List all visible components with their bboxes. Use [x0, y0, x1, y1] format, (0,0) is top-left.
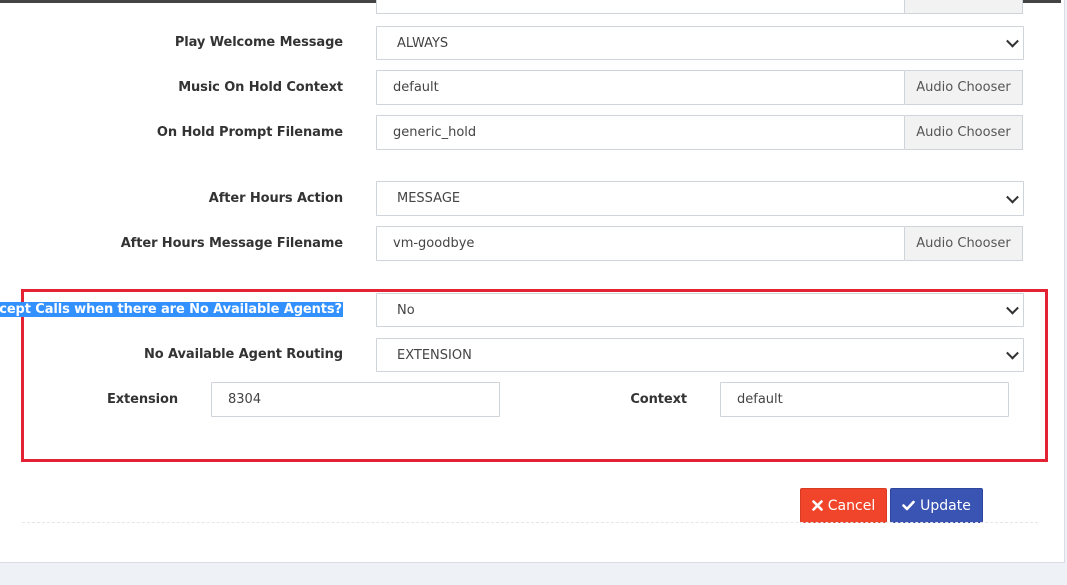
- no-agent-routing-label: No Available Agent Routing: [144, 347, 343, 362]
- after-hours-audio-chooser-button[interactable]: Audio Chooser: [905, 226, 1023, 261]
- moh-context-input[interactable]: default: [376, 70, 905, 105]
- after-hours-action-value: MESSAGE: [397, 191, 461, 206]
- accept-calls-label: Accept Calls when there are No Available…: [0, 302, 343, 317]
- update-button[interactable]: Update: [890, 488, 983, 523]
- hold-prompt-audio-chooser-button[interactable]: Audio Chooser: [905, 115, 1023, 150]
- update-button-label: Update: [920, 497, 971, 514]
- moh-context-label: Music On Hold Context: [178, 80, 343, 95]
- accept-calls-value: No: [397, 302, 415, 318]
- cancel-button-label: Cancel: [827, 497, 876, 514]
- chevron-down-icon: [1006, 34, 1019, 48]
- after-hours-action-label: After Hours Action: [208, 191, 343, 206]
- accept-calls-select[interactable]: No: [376, 293, 1024, 327]
- play-welcome-value: ALWAYS: [397, 35, 449, 51]
- extension-value: 8304: [228, 392, 262, 407]
- cancel-button[interactable]: Cancel: [800, 488, 887, 523]
- hold-prompt-value: generic_hold: [393, 125, 477, 140]
- after-hours-message-label: After Hours Message Filename: [120, 236, 343, 251]
- no-agent-routing-value: EXTENSION: [397, 347, 472, 363]
- after-hours-action-select[interactable]: MESSAGE: [376, 181, 1024, 216]
- partial-chooser-top[interactable]: [905, 0, 1023, 14]
- context-input[interactable]: default: [720, 382, 1009, 417]
- form-card: Play Welcome Message ALWAYS Music On Hol…: [0, 0, 1065, 563]
- hold-prompt-input[interactable]: generic_hold: [376, 115, 905, 150]
- play-welcome-select[interactable]: ALWAYS: [376, 26, 1024, 60]
- partial-field-top[interactable]: [376, 0, 905, 14]
- check-icon: [902, 500, 915, 511]
- after-hours-message-input[interactable]: vm-goodbye: [376, 226, 905, 261]
- moh-context-value: default: [393, 80, 439, 95]
- chevron-down-icon: [1006, 346, 1019, 360]
- moh-audio-chooser-button[interactable]: Audio Chooser: [905, 70, 1023, 105]
- no-agent-routing-select[interactable]: EXTENSION: [376, 338, 1024, 372]
- context-value: default: [737, 392, 783, 407]
- chevron-down-icon: [1006, 190, 1019, 204]
- accept-calls-label-text: Accept Calls when there are No Available…: [0, 302, 343, 317]
- extension-input[interactable]: 8304: [211, 382, 500, 417]
- context-label: Context: [630, 392, 687, 407]
- chevron-down-icon: [1006, 301, 1019, 315]
- play-welcome-label: Play Welcome Message: [174, 35, 343, 50]
- hold-prompt-label: On Hold Prompt Filename: [156, 125, 343, 140]
- extension-label: Extension: [106, 392, 178, 407]
- after-hours-message-value: vm-goodbye: [393, 236, 475, 251]
- x-icon: [811, 500, 823, 511]
- footer-divider: [22, 522, 1038, 523]
